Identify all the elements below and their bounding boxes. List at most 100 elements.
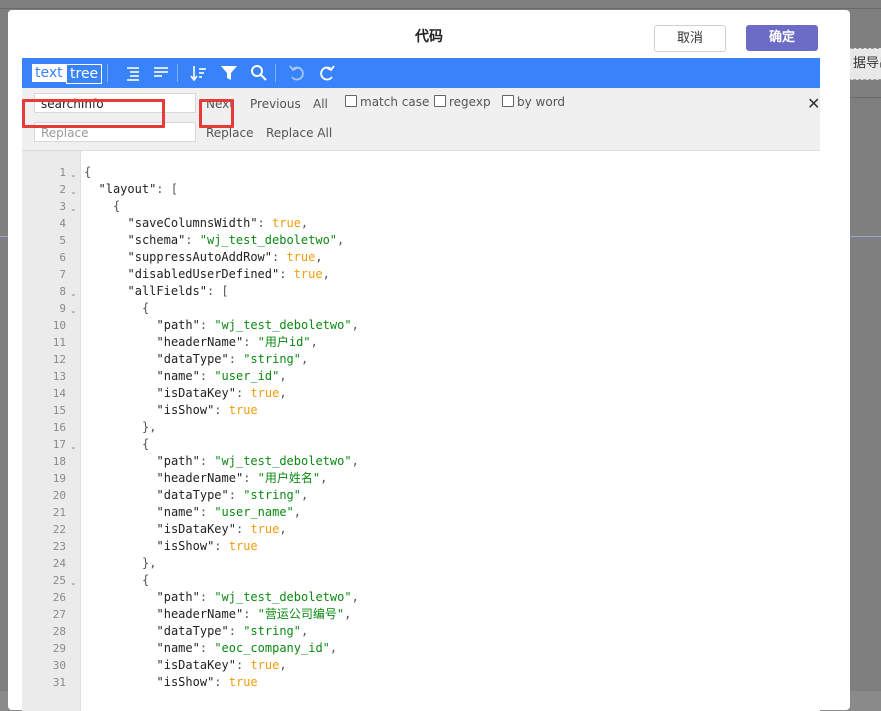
code-line[interactable]: }, bbox=[142, 555, 156, 572]
code-line[interactable]: "isDataKey": true, bbox=[157, 385, 287, 402]
cancel-button[interactable]: 取消 bbox=[654, 25, 726, 52]
code-token: , bbox=[337, 233, 345, 247]
code-token: "headerName" bbox=[156, 607, 244, 621]
code-token: "user_name" bbox=[214, 505, 294, 519]
code-line[interactable]: "headerName": "用户id", bbox=[157, 334, 318, 351]
code-line[interactable]: { bbox=[142, 436, 149, 453]
regexp-checkbox[interactable]: regexp bbox=[434, 95, 491, 109]
background-divider bbox=[850, 97, 881, 98]
code-token: "string" bbox=[243, 352, 301, 366]
confirm-button[interactable]: 确定 bbox=[746, 25, 818, 51]
code-token: "path" bbox=[156, 318, 200, 332]
code-line[interactable]: "isDataKey": true, bbox=[157, 657, 287, 674]
code-line[interactable]: "isDataKey": true, bbox=[157, 521, 287, 538]
fold-chevron-icon[interactable]: ⌄ bbox=[70, 574, 77, 591]
highlight-box bbox=[22, 99, 165, 128]
compact-icon[interactable] bbox=[150, 62, 172, 84]
code-line[interactable]: "path": "wj_test_deboletwo", bbox=[157, 453, 359, 470]
code-line[interactable]: "schema": "wj_test_deboletwo", bbox=[128, 232, 345, 249]
code-token: true bbox=[250, 658, 280, 672]
code-token: { bbox=[142, 437, 150, 451]
code-token: , bbox=[351, 590, 359, 604]
code-line[interactable]: "headerName": "用户姓名", bbox=[157, 470, 328, 487]
background-divider bbox=[0, 236, 8, 237]
code-line[interactable]: { bbox=[84, 164, 91, 181]
code-token: "eoc_company_id" bbox=[214, 641, 330, 655]
code-line[interactable]: "name": "eoc_company_id", bbox=[157, 640, 338, 657]
menubar-separator bbox=[107, 64, 108, 82]
code-line[interactable]: "headerName": "营运公司编号", bbox=[157, 606, 352, 623]
checkbox-box[interactable] bbox=[434, 95, 446, 107]
previous-button[interactable]: Previous bbox=[250, 97, 301, 111]
code-token: "schema" bbox=[127, 233, 186, 247]
code-line[interactable]: "dataType": "string", bbox=[157, 623, 309, 640]
code-line[interactable]: "name": "user_id", bbox=[157, 368, 287, 385]
checkbox-box[interactable] bbox=[345, 95, 357, 107]
code-line[interactable]: "dataType": "string", bbox=[157, 487, 309, 504]
code-line[interactable]: { bbox=[142, 300, 149, 317]
code-line[interactable]: "saveColumnsWidth": true, bbox=[128, 215, 309, 232]
code-token: "isShow" bbox=[156, 539, 215, 553]
code-token: true bbox=[228, 539, 258, 553]
replace-button[interactable]: Replace bbox=[206, 126, 253, 140]
replace-all-button[interactable]: Replace All bbox=[266, 126, 332, 140]
code-token: true bbox=[228, 403, 258, 417]
code-token: "string" bbox=[243, 624, 301, 638]
code-token: : bbox=[199, 641, 215, 655]
fold-chevron-icon[interactable]: ⌄ bbox=[70, 200, 77, 217]
mode-tree-button[interactable]: tree bbox=[66, 64, 103, 84]
code-token: true bbox=[228, 675, 258, 689]
close-icon[interactable]: ✕ bbox=[807, 94, 820, 113]
code-line[interactable]: "dataType": "string", bbox=[157, 351, 309, 368]
code-token: , bbox=[279, 369, 287, 383]
highlight-box bbox=[199, 99, 234, 128]
code-line[interactable]: "disabledUserDefined": true, bbox=[128, 266, 330, 283]
code-token: "allFields" bbox=[127, 284, 207, 298]
all-button[interactable]: All bbox=[313, 97, 328, 111]
code-line[interactable]: { bbox=[113, 198, 120, 215]
by-word-checkbox[interactable]: by word bbox=[502, 95, 565, 109]
line-number: 31 bbox=[52, 676, 66, 689]
code-line[interactable]: "suppressAutoAddRow": true, bbox=[128, 249, 323, 266]
code-token: }, bbox=[142, 420, 157, 434]
code-line[interactable]: "name": "user_name", bbox=[157, 504, 302, 521]
line-number: 18 bbox=[52, 455, 66, 468]
fold-chevron-icon[interactable]: ⌄ bbox=[70, 166, 77, 183]
code-line[interactable]: "path": "wj_test_deboletwo", bbox=[157, 589, 359, 606]
format-icon[interactable] bbox=[122, 62, 144, 84]
undo-icon[interactable] bbox=[286, 62, 308, 84]
filter-icon[interactable] bbox=[218, 62, 240, 84]
code-token: "saveColumnsWidth" bbox=[127, 216, 258, 230]
code-line[interactable]: "isShow": true bbox=[157, 402, 258, 419]
code-line[interactable]: "allFields": [ bbox=[128, 283, 229, 300]
fold-chevron-icon[interactable]: ⌄ bbox=[70, 302, 77, 319]
code-line[interactable]: }, bbox=[142, 419, 156, 436]
code-token: : bbox=[214, 539, 229, 553]
code-line[interactable]: "isShow": true bbox=[157, 538, 258, 555]
code-line[interactable]: { bbox=[142, 572, 149, 589]
code-token: "path" bbox=[156, 590, 200, 604]
line-number: 10 bbox=[52, 319, 66, 332]
code-token: : bbox=[214, 675, 229, 689]
redo-icon[interactable] bbox=[316, 62, 338, 84]
fold-chevron-icon[interactable]: ⌄ bbox=[70, 183, 77, 200]
fold-chevron-icon[interactable]: ⌄ bbox=[70, 438, 77, 455]
code-token: { bbox=[142, 301, 150, 315]
regexp-label: regexp bbox=[449, 95, 491, 109]
code-token: : bbox=[199, 454, 215, 468]
code-line[interactable]: "layout": [ bbox=[99, 181, 178, 198]
search-icon[interactable] bbox=[248, 62, 270, 84]
code-editor[interactable]: 1 ⌄{2 ⌄ "layout": [3 ⌄{4 "saveColumnsWidth": … bbox=[22, 151, 820, 711]
code-token: { bbox=[84, 165, 92, 179]
code-token: "name" bbox=[156, 641, 200, 655]
code-token: , bbox=[293, 505, 302, 519]
sort-icon[interactable] bbox=[188, 62, 210, 84]
code-token: : bbox=[272, 250, 287, 264]
code-token: "wj_test_deboletwo" bbox=[199, 233, 338, 247]
code-line[interactable]: "isShow": true bbox=[157, 674, 258, 691]
fold-chevron-icon[interactable]: ⌄ bbox=[70, 285, 77, 302]
code-line[interactable]: "path": "wj_test_deboletwo", bbox=[157, 317, 359, 334]
match-case-checkbox[interactable]: match case bbox=[345, 95, 429, 109]
mode-text-button[interactable]: text bbox=[32, 64, 66, 82]
checkbox-box[interactable] bbox=[502, 95, 514, 107]
